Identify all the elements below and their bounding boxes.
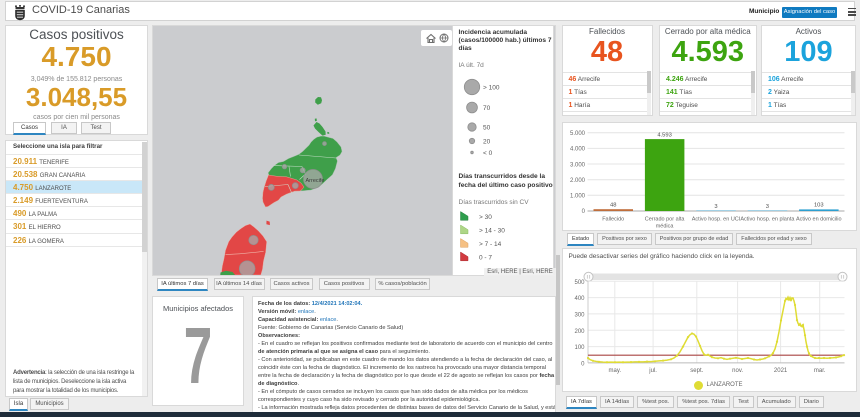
svg-text:400: 400 bbox=[574, 296, 585, 302]
svg-text:2.000: 2.000 bbox=[569, 178, 585, 184]
svg-text:Cerrado por alta: Cerrado por alta bbox=[644, 217, 685, 223]
svg-text:20: 20 bbox=[483, 139, 491, 146]
svg-text:Fallecido: Fallecido bbox=[602, 217, 624, 223]
svg-text:0: 0 bbox=[581, 209, 585, 215]
svg-text:70: 70 bbox=[483, 105, 491, 112]
svg-text:3: 3 bbox=[765, 204, 768, 210]
svg-text:> 100: > 100 bbox=[483, 85, 500, 92]
svg-text:200: 200 bbox=[574, 329, 585, 335]
svg-text:> 30: > 30 bbox=[479, 214, 492, 221]
svg-text:500: 500 bbox=[574, 280, 585, 286]
svg-text:sept.: sept. bbox=[690, 368, 703, 374]
svg-text:3: 3 bbox=[714, 204, 717, 210]
svg-text:1.000: 1.000 bbox=[569, 194, 585, 200]
svg-text:mar.: mar. bbox=[813, 368, 825, 374]
svg-text:Activo hosp. en planta: Activo hosp. en planta bbox=[740, 217, 795, 223]
svg-text:Arrecife: Arrecife bbox=[306, 178, 325, 184]
svg-text:nov.: nov. bbox=[732, 368, 743, 374]
svg-text:0: 0 bbox=[581, 361, 585, 367]
svg-text:> 7 - 14: > 7 - 14 bbox=[479, 241, 502, 248]
svg-text:0 - 7: 0 - 7 bbox=[479, 255, 492, 262]
svg-text:4.593: 4.593 bbox=[657, 133, 672, 139]
svg-text:103: 103 bbox=[813, 203, 823, 209]
svg-text:Activo hosp. en UCI: Activo hosp. en UCI bbox=[691, 217, 740, 223]
svg-text:50: 50 bbox=[483, 125, 491, 132]
svg-text:< 0: < 0 bbox=[483, 150, 493, 157]
svg-text:5.000: 5.000 bbox=[569, 131, 585, 137]
svg-text:médica: médica bbox=[655, 224, 674, 230]
svg-text:48: 48 bbox=[609, 203, 615, 209]
svg-text:jul.: jul. bbox=[648, 368, 657, 374]
svg-text:> 14 - 30: > 14 - 30 bbox=[479, 228, 505, 235]
svg-text:3.000: 3.000 bbox=[569, 162, 585, 168]
svg-text:Activo en domicilio: Activo en domicilio bbox=[796, 217, 842, 223]
svg-text:100: 100 bbox=[574, 345, 585, 351]
svg-text:300: 300 bbox=[574, 312, 585, 318]
svg-text:may.: may. bbox=[608, 368, 621, 374]
svg-text:4.000: 4.000 bbox=[569, 147, 585, 153]
svg-text:2021: 2021 bbox=[773, 368, 787, 374]
